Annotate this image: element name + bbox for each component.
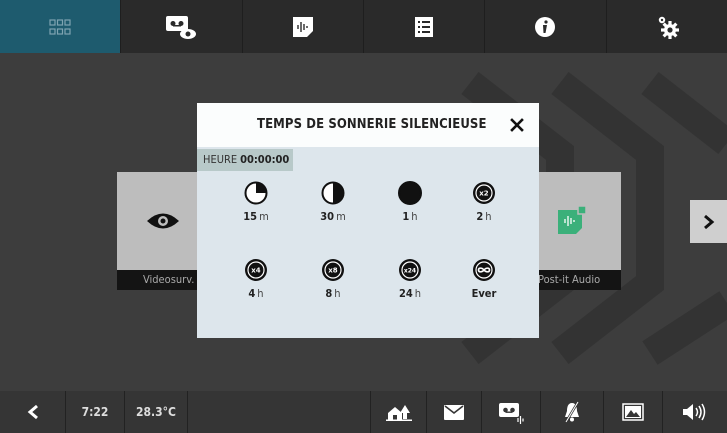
x4-icon: x4 xyxy=(245,259,267,281)
eye-icon xyxy=(147,213,179,229)
nav-settings-button[interactable] xyxy=(607,0,727,53)
video-memo-button[interactable] xyxy=(482,391,541,433)
dialog-title: TEMPS DE SONNERIE SILENCIEUSE xyxy=(257,117,487,132)
option-8-hours[interactable]: x8 8h xyxy=(308,258,358,314)
x2-icon: x2 xyxy=(473,182,495,204)
envelope-icon xyxy=(444,404,464,420)
home-away-button[interactable] xyxy=(371,391,427,433)
list-icon xyxy=(415,16,434,37)
option-ever[interactable]: Ever xyxy=(459,258,509,314)
volume-button[interactable] xyxy=(663,391,727,433)
status-spacer xyxy=(188,391,371,433)
ringtone-mute-button[interactable] xyxy=(541,391,604,433)
option-unit: h xyxy=(334,287,341,300)
option-value: Ever xyxy=(471,287,497,300)
option-2-hours[interactable]: x2 2h xyxy=(459,181,509,237)
option-unit: h xyxy=(411,210,418,223)
option-24-hours[interactable]: x24 24 h xyxy=(385,258,435,314)
option-value: 24 xyxy=(398,287,413,300)
chevron-left-icon xyxy=(27,404,38,420)
option-unit: m xyxy=(336,210,346,223)
option-value: 2 xyxy=(476,210,484,223)
option-value: 1 xyxy=(402,210,410,223)
option-value: 4 xyxy=(248,287,256,300)
time-display: HEURE 00:00:00 xyxy=(197,149,293,171)
x8-badge-text: x8 xyxy=(328,267,338,275)
infinity-icon xyxy=(473,259,495,281)
option-value: 8 xyxy=(325,287,333,300)
bottom-status-bar: 7:22 28.3°C xyxy=(0,391,727,433)
option-unit: m xyxy=(259,210,269,223)
option-unit: h xyxy=(485,210,492,223)
temperature-display: 28.3°C xyxy=(125,391,188,433)
nav-list-button[interactable] xyxy=(364,0,486,53)
x8-icon: x8 xyxy=(322,259,344,281)
option-15-minutes[interactable]: 15 m xyxy=(231,181,281,237)
x24-badge-text: x24 xyxy=(404,267,416,274)
next-page-button[interactable] xyxy=(690,200,727,243)
option-4-hours[interactable]: x4 4h xyxy=(231,258,281,314)
back-button[interactable] xyxy=(0,391,66,433)
full-circle-icon xyxy=(398,181,422,205)
photo-frame-button[interactable] xyxy=(604,391,663,433)
videosurveillance-tile-label: Videosurv. xyxy=(117,270,205,290)
home-grid-icon xyxy=(49,18,71,35)
option-value: 15 xyxy=(243,210,258,223)
option-1-hour[interactable]: 1h xyxy=(385,181,435,237)
nav-home-button[interactable] xyxy=(0,0,122,53)
option-unit: h xyxy=(257,287,264,300)
time-label: HEURE xyxy=(203,153,238,166)
option-value: 30 xyxy=(320,210,335,223)
silent-ring-time-dialog: TEMPS DE SONNERIE SILENCIEUSE HEURE 00:00… xyxy=(197,103,539,338)
option-30-minutes[interactable]: 30 m xyxy=(308,181,358,237)
chevron-right-icon xyxy=(703,214,714,229)
bell-muted-icon xyxy=(564,401,580,423)
x2-badge-text: x2 xyxy=(479,190,489,198)
screen: Videosurv. Post-it Audio TEMPS DE SONNER… xyxy=(0,0,727,433)
nav-video-monitor-button[interactable] xyxy=(121,0,243,53)
time-value: 00:00:00 xyxy=(240,153,290,166)
nav-audio-note-button[interactable] xyxy=(243,0,364,53)
quarter-circle-icon xyxy=(244,181,268,205)
video-memo-icon xyxy=(499,403,524,424)
dialog-header: TEMPS DE SONNERIE SILENCIEUSE xyxy=(197,103,539,147)
messages-button[interactable] xyxy=(427,391,482,433)
video-monitor-icon xyxy=(166,15,197,39)
settings-icon xyxy=(658,16,679,39)
speaker-icon xyxy=(683,403,706,421)
close-icon xyxy=(510,118,524,132)
top-navigation-bar xyxy=(0,0,727,53)
clock-display: 7:22 xyxy=(66,391,125,433)
post-it-audio-icon xyxy=(558,205,587,234)
info-icon xyxy=(535,16,556,37)
nav-info-button[interactable] xyxy=(485,0,607,53)
x24-icon: x24 xyxy=(399,259,421,281)
x4-badge-text: x4 xyxy=(251,267,261,275)
half-circle-icon xyxy=(321,181,345,205)
close-button[interactable] xyxy=(507,115,527,135)
option-unit: h xyxy=(414,287,422,300)
audio-note-icon xyxy=(292,16,313,37)
picture-frame-icon xyxy=(622,403,644,421)
videosurveillance-tile[interactable]: Videosurv. xyxy=(117,172,205,290)
home-tree-icon xyxy=(385,405,412,421)
